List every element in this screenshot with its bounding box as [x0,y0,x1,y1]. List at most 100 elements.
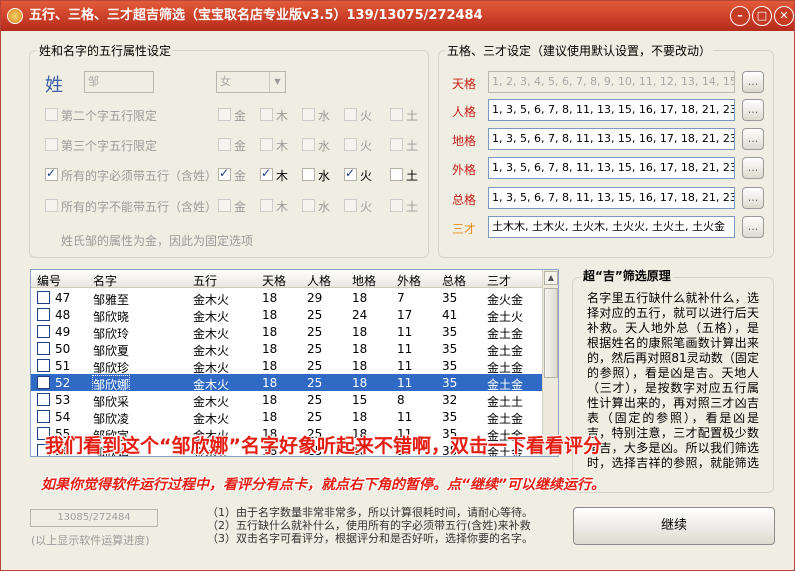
maximize-icon[interactable]: □ [752,6,772,26]
principle-text: 名字里五行缺什么就补什么，选择对应的五行，就可以进行后天补救。天人地外总（五格）… [587,291,759,470]
row-1-element-checkbox[interactable] [260,108,273,121]
header-waige[interactable]: 外格 [397,272,421,289]
row-checkbox[interactable] [37,325,50,338]
row-3-element-label: 木 [276,169,289,183]
row-checkbox[interactable] [37,410,50,423]
continue-button[interactable]: 继续 [573,507,775,545]
table-cell: 32 [442,393,458,407]
header-tiange[interactable]: 天格 [262,272,286,289]
table-row[interactable]: 48 邹欣晓 金木火 18 25 24 17 41 金土火 [31,306,543,324]
surname-input[interactable]: 邹 [84,71,154,93]
row-2-label: 第三个字五行限定 [61,139,158,153]
table-row[interactable]: 52 邹欣娜 金木火 18 25 18 11 35 金土金 [31,374,543,394]
header-name[interactable]: 名字 [93,272,117,289]
grid-value-input[interactable]: 1, 3, 5, 6, 7, 8, 11, 13, 15, 16, 17, 18… [488,128,735,150]
row-2-element-checkbox[interactable] [390,138,403,151]
close-icon[interactable]: ✕ [774,6,794,26]
edit-icon[interactable]: ... [742,71,764,93]
scroll-up-icon[interactable]: ▲ [544,271,558,285]
results-table[interactable]: 编号 名字 五行 天格 人格 地格 外格 总格 三才 47 邹雅至 金木火 18 29 1… [30,269,559,457]
annotation-line-1: 我们看到这个“邹欣娜”名字好象听起来不错啊，双击一下看看评分 [45,435,602,457]
row-4-element-checkbox[interactable] [344,199,357,212]
minimize-icon[interactable]: – [730,6,750,26]
row-4-element-checkbox[interactable] [302,199,315,212]
note-1: （1）由于名字数量非常非常多，所以计算很耗时间，请耐心等待。 [207,506,533,519]
table-cell: 25 [307,308,323,322]
row-2-element-checkbox[interactable] [260,138,273,151]
edit-icon[interactable]: ... [742,157,764,179]
row-2-element-checkbox[interactable] [344,138,357,151]
row-checkbox[interactable] [37,308,50,321]
row-1-element-checkbox[interactable] [302,108,315,121]
table-cell: 25 [307,376,323,390]
grid-value-input[interactable]: 1, 3, 5, 6, 7, 8, 11, 13, 15, 16, 17, 18… [488,99,735,121]
row-3-element-checkbox[interactable] [390,168,403,181]
header-id[interactable]: 编号 [37,272,61,289]
row-2-checkbox[interactable] [45,138,58,151]
row-checkbox[interactable] [37,291,50,304]
row-2-element-label: 土 [406,139,419,153]
row-4-element-checkbox[interactable] [390,199,403,212]
row-3-element-checkbox[interactable] [302,168,315,181]
table-cell: 17 [397,308,413,322]
table-cell: 18 [262,342,278,356]
app-logo-icon [7,8,23,24]
row-4-element-checkbox[interactable] [260,199,273,212]
table-cell: 25 [307,342,323,356]
table-row[interactable]: 49 邹欣玲 金木火 18 25 18 11 35 金土金 [31,323,543,341]
header-dige[interactable]: 地格 [352,272,376,289]
window-title: 五行、三格、三才超吉筛选（宝宝取名店专业版v3.5）139/13075/2724… [29,8,483,23]
table-row[interactable]: 51 邹欣珍 金木火 18 25 18 11 35 金土金 [31,357,543,375]
row-checkbox[interactable] [37,342,50,355]
edit-icon[interactable]: ... [742,128,764,150]
scroll-thumb[interactable] [544,288,558,378]
table-cell: 50 [55,342,71,356]
row-1-element-checkbox[interactable] [344,108,357,121]
row-3-element-checkbox[interactable] [218,166,231,181]
table-row[interactable]: 50 邹欣夏 金木火 18 25 18 11 35 金土金 [31,340,543,358]
grid-value-input[interactable]: 土木木, 土木火, 土火木, 土火火, 土火土, 土火金 [488,216,735,238]
table-row[interactable]: 54 邹欣凌 金木火 18 25 18 11 35 金土金 [31,408,543,426]
grid-value-input[interactable]: 1, 3, 5, 6, 7, 8, 11, 13, 15, 16, 17, 18… [488,157,735,179]
header-sancai[interactable]: 三才 [487,272,511,289]
row-4-checkbox[interactable] [45,199,58,212]
grid-value-input[interactable]: 1, 3, 5, 6, 7, 8, 11, 13, 15, 16, 17, 18… [488,187,735,209]
row-4-element-label: 水 [318,200,331,214]
row-4-element-checkbox[interactable] [218,199,231,212]
chevron-down-icon[interactable]: ▼ [269,72,285,92]
row-3-element-checkbox[interactable] [260,166,273,181]
header-renge[interactable]: 人格 [307,272,331,289]
row-2-element-checkbox[interactable] [302,138,315,151]
edit-icon[interactable]: ... [742,216,764,238]
table-cell: 18 [262,308,278,322]
row-2-element-checkbox[interactable] [218,138,231,151]
row-checkbox[interactable] [37,359,50,372]
table-row[interactable]: 53 邹欣采 金木火 18 25 15 8 32 金土土 [31,391,543,409]
gender-value: 女 [220,75,231,88]
table-row[interactable]: 47 邹雅至 金木火 18 29 18 7 35 金火金 [31,289,543,307]
row-1-element-checkbox[interactable] [218,108,231,121]
row-2-element-label: 金 [234,139,247,153]
row-3-element-checkbox[interactable] [344,166,357,181]
table-cell: 24 [352,308,368,322]
table-cell: 47 [55,291,71,305]
row-checkbox[interactable] [37,376,50,389]
row-1-checkbox[interactable] [45,108,58,121]
row-1-label: 第二个字五行限定 [61,109,158,123]
gender-select[interactable]: 女 ▼ [216,71,286,93]
table-cell: 29 [307,291,323,305]
title-bar: 五行、三格、三才超吉筛选（宝宝取名店专业版v3.5）139/13075/2724… [1,1,794,31]
row-1-element-label: 水 [318,109,331,123]
header-elements[interactable]: 五行 [193,272,217,289]
row-3-checkbox[interactable] [45,166,58,181]
header-zongge[interactable]: 总格 [442,272,466,289]
grid-value-input[interactable]: 1, 2, 3, 4, 5, 6, 7, 8, 9, 10, 11, 12, 1… [488,71,735,93]
edit-icon[interactable]: ... [742,99,764,121]
edit-icon[interactable]: ... [742,187,764,209]
row-3-label: 所有的字必须带五行（含姓） [61,169,218,183]
table-cell: 35 [442,376,458,390]
row-checkbox[interactable] [37,393,50,406]
table-scrollbar[interactable]: ▲ [542,270,558,456]
row-1-element-checkbox[interactable] [390,108,403,121]
grid-label: 地格 [452,134,477,148]
